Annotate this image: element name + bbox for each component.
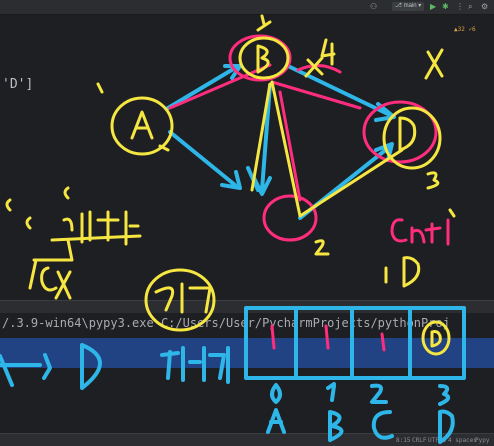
ide-window: ⚇ ⎇ main ▾ ▶ ✱ ⋮ ⌕ ⚙ 'D'] ▲32 ✓6 /.3.9-w…: [0, 0, 494, 446]
pen-annotations: [0, 14, 466, 444]
